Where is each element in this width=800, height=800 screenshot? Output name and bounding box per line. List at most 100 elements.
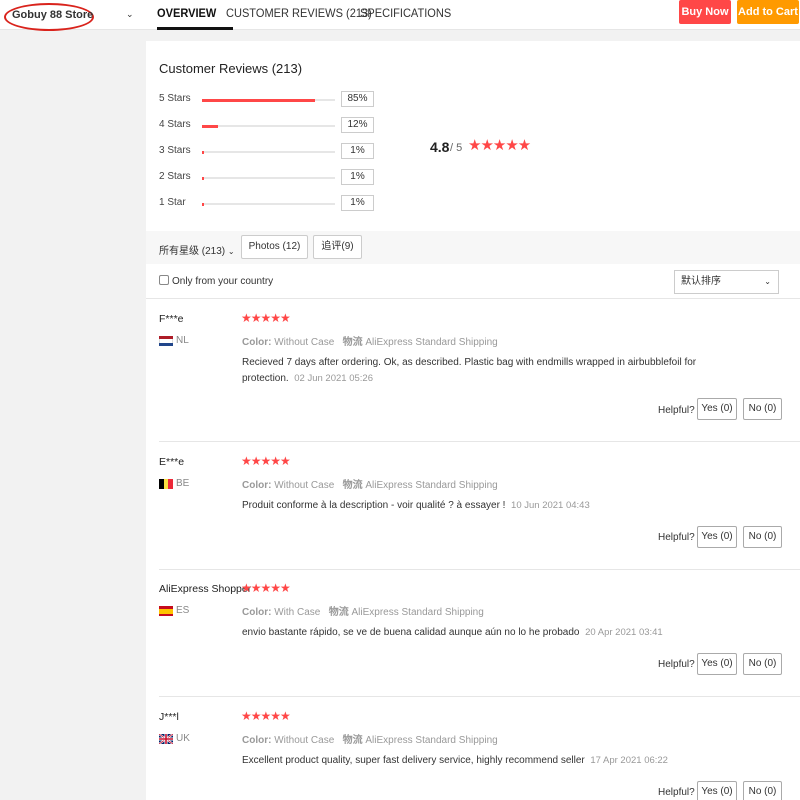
rating-bar-fill [202,202,204,206]
flag-be-icon [159,479,174,489]
review-body: Excellent product quality, super fast de… [242,755,585,766]
divider [159,696,800,697]
flag-uk-icon [159,734,173,744]
rating-label: 2 Stars [159,171,191,182]
photos-filter-button[interactable]: Photos (12) [241,235,308,259]
color-label: Color: [242,735,272,746]
shipping-label: 物流 [342,480,363,491]
rating-label: 5 Stars [159,93,191,104]
divider [159,569,800,570]
rating-row-3[interactable]: 3 Stars 1% [159,143,379,159]
color-value: Without Case [274,735,335,746]
sort-dropdown[interactable]: 默认排序 ⌄ [674,270,779,294]
shipping-label: 物流 [328,607,349,618]
shipping-value: AliExpress Standard Shipping [351,607,484,618]
rating-row-1[interactable]: 1 Star 1% [159,195,379,211]
reviewer-country: ES [176,605,190,616]
reviewer-name: E***e [159,456,185,468]
color-label: Color: [242,607,272,618]
rating-bar-track [202,124,335,128]
review-meta: Color: Without Case 物流 AliExpress Standa… [242,731,498,746]
review-stars-icon: ★★★★★ [241,581,291,595]
rating-bar-fill [202,150,204,154]
flag-nl-icon [159,336,173,346]
rating-percent: 1% [341,143,374,159]
shipping-value: AliExpress Standard Shipping [365,735,498,746]
review-stars-icon: ★★★★★ [241,311,291,325]
tab-specifications[interactable]: SPECIFICATIONS [360,6,451,30]
add-to-cart-button[interactable]: Add to Cart [737,0,799,24]
helpful-yes-button[interactable]: Yes (0) [697,526,737,548]
review-text: Produit conforme à la description - voir… [242,498,722,514]
reviews-title: Customer Reviews (213) [159,61,303,76]
active-tab-indicator [157,27,233,30]
review-text: envio bastante rápido, se ve de buena ca… [242,625,722,641]
shipping-label: 物流 [342,337,363,348]
review-date: 20 Apr 2021 03:41 [585,627,663,638]
review-date: 10 Jun 2021 04:43 [511,500,590,511]
review-text: Excellent product quality, super fast de… [242,753,722,769]
helpful-label: Helpful? [658,405,695,416]
helpful-label: Helpful? [658,787,695,798]
helpful-yes-button[interactable]: Yes (0) [697,781,737,800]
only-country-label: Only from your country [172,276,274,287]
review-text: Recieved 7 days after ordering. Ok, as d… [242,355,722,387]
rating-label: 1 Star [159,197,186,208]
review-stars-icon: ★★★★★ [241,709,291,723]
rating-bar-track [202,150,335,154]
review-meta: Color: Without Case 物流 AliExpress Standa… [242,476,498,491]
rating-label: 4 Stars [159,119,191,130]
helpful-label: Helpful? [658,659,695,670]
chevron-down-icon[interactable]: ⌄ [126,9,134,20]
sort-label: 默认排序 [681,276,721,287]
color-value: With Case [274,607,321,618]
reviewer-name: J***l [159,711,179,723]
rating-label: 3 Stars [159,145,191,156]
chevron-down-icon: ⌄ [227,247,235,256]
review-meta: Color: Without Case 物流 AliExpress Standa… [242,333,498,348]
average-rating: 4.8 [430,139,450,155]
rating-bar-fill [202,124,218,128]
rating-bar-track [202,98,335,102]
color-label: Color: [242,337,272,348]
helpful-no-button[interactable]: No (0) [743,653,782,675]
rating-bar-track [202,176,335,180]
tab-customer-reviews[interactable]: CUSTOMER REVIEWS (213) [226,6,372,30]
color-value: Without Case [274,337,335,348]
rating-scale: / 5 [450,142,463,154]
shipping-value: AliExpress Standard Shipping [365,337,498,348]
shipping-label: 物流 [342,735,363,746]
all-ratings-dropdown[interactable]: 所有星级 (213) ⌄ [159,242,235,257]
store-name[interactable]: Gobuy 88 Store [12,9,93,21]
helpful-yes-button[interactable]: Yes (0) [697,653,737,675]
reviewer-country: UK [176,733,190,744]
rating-row-4[interactable]: 4 Stars 12% [159,117,379,133]
only-country-option[interactable]: Only from your country [159,275,273,287]
chevron-down-icon: ⌄ [764,277,771,286]
color-label: Color: [242,480,272,491]
rating-bar-track [202,202,335,206]
helpful-no-button[interactable]: No (0) [743,781,782,800]
review-date: 17 Apr 2021 06:22 [590,755,668,766]
rating-bar-fill [202,176,204,180]
helpful-yes-button[interactable]: Yes (0) [697,398,737,420]
rating-percent: 1% [341,195,374,211]
rating-row-5[interactable]: 5 Stars 85% [159,91,379,107]
flag-es-icon [159,606,173,616]
average-stars-icon: ★★★★★ [468,137,531,154]
color-value: Without Case [274,480,335,491]
review-meta: Color: With Case 物流 AliExpress Standard … [242,603,484,618]
reviewer-name: AliExpress Shopper [159,583,252,595]
rating-bar-fill [202,98,315,102]
rating-row-2[interactable]: 2 Stars 1% [159,169,379,185]
only-country-checkbox[interactable] [159,275,169,285]
all-ratings-label: 所有星级 (213) [159,246,226,257]
rating-percent: 1% [341,169,374,185]
reviewer-name: F***e [159,313,184,325]
helpful-no-button[interactable]: No (0) [743,526,782,548]
followup-filter-button[interactable]: 追评(9) [313,235,362,259]
buy-now-button[interactable]: Buy Now [679,0,731,24]
shipping-value: AliExpress Standard Shipping [365,480,498,491]
divider [146,298,800,299]
helpful-no-button[interactable]: No (0) [743,398,782,420]
